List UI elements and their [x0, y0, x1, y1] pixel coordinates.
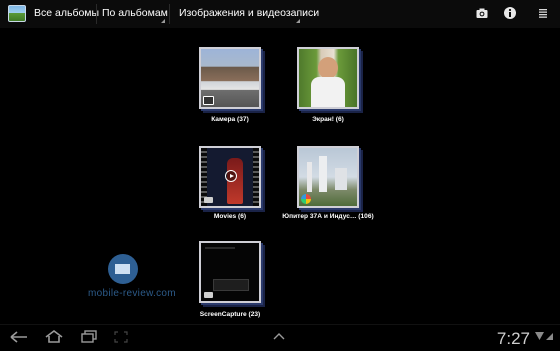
home-icon[interactable] [44, 329, 64, 344]
recent-apps-icon[interactable] [80, 330, 98, 344]
media-filter-spinner[interactable]: Изображения и видеозаписи [179, 7, 319, 19]
action-bar: Все альбомы По альбомам Изображения и ви… [0, 0, 560, 28]
group-by-spinner[interactable]: По альбомам [102, 7, 168, 19]
watermark-logo-icon [108, 254, 138, 284]
album-label: ScreenCapture (23) [199, 311, 261, 318]
status-time: 7:27 [496, 329, 530, 348]
spinner-corner-icon [296, 19, 300, 23]
screenshot-icon[interactable] [114, 331, 128, 343]
album-thumbnail[interactable] [199, 146, 261, 208]
spinner-corner-icon [161, 19, 165, 23]
play-icon [225, 170, 237, 182]
album-label: Экран! (6) [312, 116, 344, 123]
album-label: Юпитер 37А и Индус… (106) [282, 213, 374, 220]
album-thumbnail[interactable] [297, 47, 359, 109]
back-icon[interactable] [9, 330, 29, 344]
album-label: Камера (37) [211, 116, 249, 123]
all-albums-title[interactable]: Все альбомы [34, 7, 99, 19]
info-icon[interactable] [503, 6, 517, 20]
album-thumbnail[interactable] [297, 146, 359, 208]
overflow-menu-icon[interactable] [536, 6, 550, 20]
folder-badge-icon [204, 197, 213, 203]
menu-up-icon[interactable] [272, 332, 286, 341]
system-bar [0, 324, 560, 351]
divider [96, 4, 97, 24]
divider [169, 4, 170, 24]
picasa-badge-icon [301, 194, 311, 204]
watermark-text: mobile-review.com [88, 288, 176, 299]
signal-icon [546, 333, 553, 340]
wifi-icon [535, 332, 544, 340]
album-thumbnail[interactable] [199, 241, 261, 303]
album-label: Movies (6) [213, 213, 247, 220]
folder-badge-icon [204, 292, 213, 298]
camera-badge-icon [203, 96, 214, 105]
camera-icon[interactable] [475, 6, 489, 20]
gallery-app-icon[interactable] [8, 5, 26, 22]
album-thumbnail[interactable] [199, 47, 261, 109]
